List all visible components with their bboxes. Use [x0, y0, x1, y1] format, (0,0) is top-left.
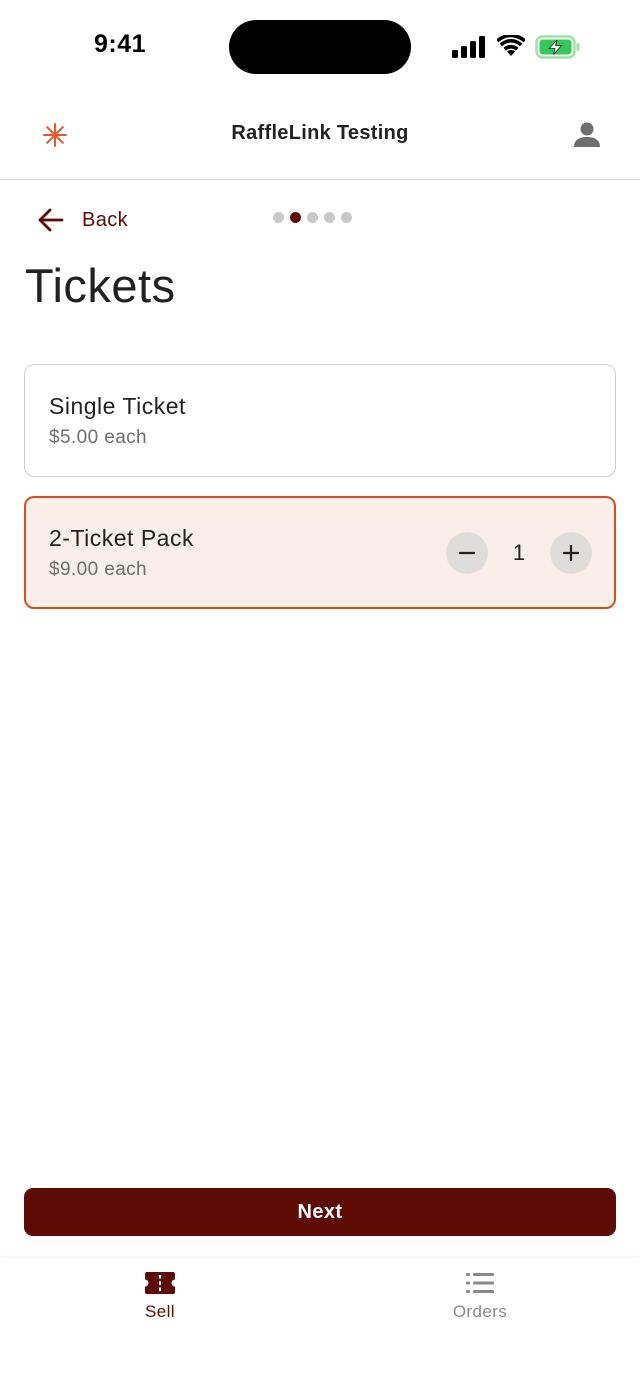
- ticket-option-2-pack[interactable]: 2-Ticket Pack $9.00 each 1: [24, 496, 616, 609]
- app-screen: 9:41 RaffleLink Testing Back Tickets Sin…: [0, 0, 640, 1384]
- page-title: Tickets: [25, 259, 176, 312]
- account-button[interactable]: [570, 118, 604, 152]
- ticket-icon: [145, 1272, 175, 1294]
- bottom-nav: Sell Orders: [0, 1258, 640, 1384]
- ticket-name: Single Ticket: [49, 393, 186, 419]
- cellular-signal-icon: [452, 36, 485, 58]
- back-label: Back: [82, 208, 129, 231]
- nav-tab-orders[interactable]: Orders: [380, 1270, 580, 1322]
- person-icon: [574, 122, 600, 147]
- plus-icon: [562, 544, 580, 562]
- ticket-option-single[interactable]: Single Ticket $5.00 each: [24, 364, 616, 477]
- minus-icon: [458, 551, 476, 555]
- nav-tab-sell[interactable]: Sell: [60, 1270, 260, 1322]
- back-button[interactable]: Back: [36, 202, 128, 238]
- ticket-price: $9.00 each: [49, 559, 148, 580]
- nav-label-sell: Sell: [145, 1302, 175, 1321]
- step-indicator: [273, 212, 352, 223]
- dynamic-island: [229, 20, 411, 74]
- step-dot: [307, 212, 318, 223]
- app-title: RaffleLink Testing: [231, 122, 409, 144]
- app-header: RaffleLink Testing: [0, 92, 640, 180]
- next-button[interactable]: Next: [24, 1188, 616, 1236]
- quantity-value: 1: [512, 540, 526, 565]
- battery-charging-icon: [535, 35, 580, 59]
- ticket-price: $5.00 each: [49, 427, 148, 448]
- wifi-icon: [497, 35, 525, 56]
- increment-button[interactable]: [550, 532, 592, 574]
- ticket-name: 2-Ticket Pack: [49, 525, 194, 551]
- nav-label-orders: Orders: [452, 1302, 508, 1321]
- step-dot: [324, 212, 335, 223]
- status-bar: 9:41: [0, 0, 640, 92]
- step-dot: [273, 212, 284, 223]
- decrement-button[interactable]: [446, 532, 488, 574]
- quantity-stepper: 1: [446, 532, 592, 574]
- step-dot: [341, 212, 352, 223]
- arrow-left-icon: [38, 208, 64, 232]
- list-icon: [466, 1273, 494, 1293]
- step-dot-current: [290, 212, 301, 223]
- status-time: 9:41: [94, 30, 147, 58]
